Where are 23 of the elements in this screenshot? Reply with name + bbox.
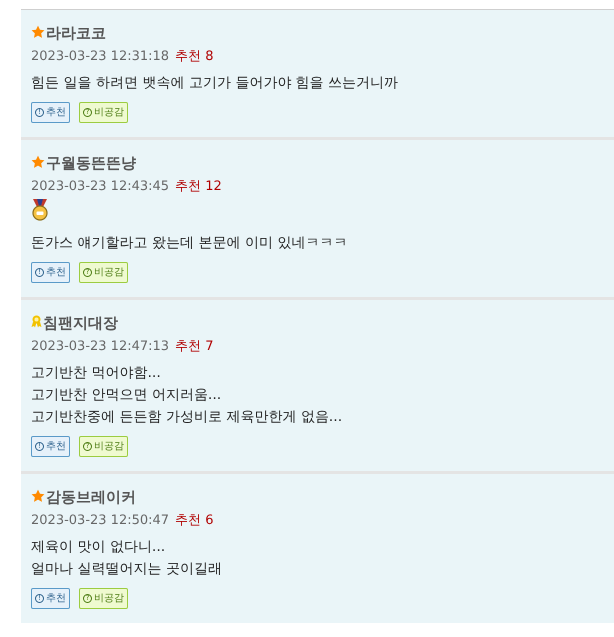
- comment-date: 2023-03-23 12:43:45: [31, 178, 170, 196]
- recommend-count: 추천 6: [175, 512, 214, 530]
- star-icon: [31, 489, 45, 503]
- comment-date: 2023-03-23 12:31:18: [31, 48, 170, 66]
- author-name[interactable]: 구월동뜬뜬냥: [46, 152, 136, 174]
- ribbon-icon: [31, 315, 42, 328]
- star-icon: [31, 155, 45, 169]
- recommend-count: 추천 8: [175, 48, 214, 66]
- comment-date: 2023-03-23 12:47:13: [31, 338, 170, 356]
- author-name[interactable]: 감동브레이커: [46, 486, 136, 508]
- comment-date: 2023-03-23 12:50:47: [31, 512, 170, 530]
- recommend-count: 추천 12: [175, 178, 222, 196]
- comment-text: 돈가스 얘기할라고 왔는데 본문에 이미 있네ㅋㅋㅋ: [31, 234, 348, 253]
- comment-text: 고기반찬 안먹으면 어지러움...: [31, 386, 222, 405]
- star-icon: [31, 25, 45, 39]
- comment-text: 고기반찬 먹어야함...: [31, 364, 162, 383]
- recommend-count: 추천 7: [175, 338, 214, 356]
- author-name[interactable]: 침팬지대장: [43, 312, 118, 334]
- comment-text: 제육이 맛이 없다니...: [31, 538, 166, 557]
- comment-text: 얼마나 실력떨어지는 곳이길래: [31, 560, 223, 579]
- comment-text: 고기반찬중에 든든함 가성비로 제육만한게 없음...: [31, 408, 344, 427]
- comment-text: 힘든 일을 하려면 뱃속에 고기가 들어가야 힘을 쓰는거니까: [31, 74, 400, 93]
- author-name[interactable]: 라라코코: [46, 22, 106, 44]
